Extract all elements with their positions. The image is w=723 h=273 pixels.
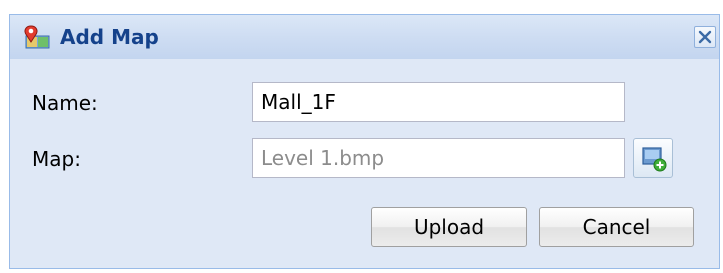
dialog-body: Name: Map: Upload Cancel xyxy=(14,59,715,264)
map-label: Map: xyxy=(32,147,81,171)
dialog-title: Add Map xyxy=(60,25,159,49)
browse-map-button[interactable] xyxy=(633,138,673,178)
close-button[interactable] xyxy=(694,26,716,48)
cancel-button[interactable]: Cancel xyxy=(539,207,694,247)
map-pin-icon xyxy=(23,25,51,49)
add-map-dialog: Add Map Name: Map: Upload Cancel xyxy=(9,14,720,269)
add-image-icon xyxy=(642,147,667,172)
close-icon xyxy=(698,30,712,44)
upload-button[interactable]: Upload xyxy=(371,207,527,247)
name-label: Name: xyxy=(32,91,98,115)
dialog-titlebar[interactable]: Add Map xyxy=(10,15,719,59)
map-file-field[interactable] xyxy=(252,138,625,178)
name-field[interactable] xyxy=(252,82,625,122)
